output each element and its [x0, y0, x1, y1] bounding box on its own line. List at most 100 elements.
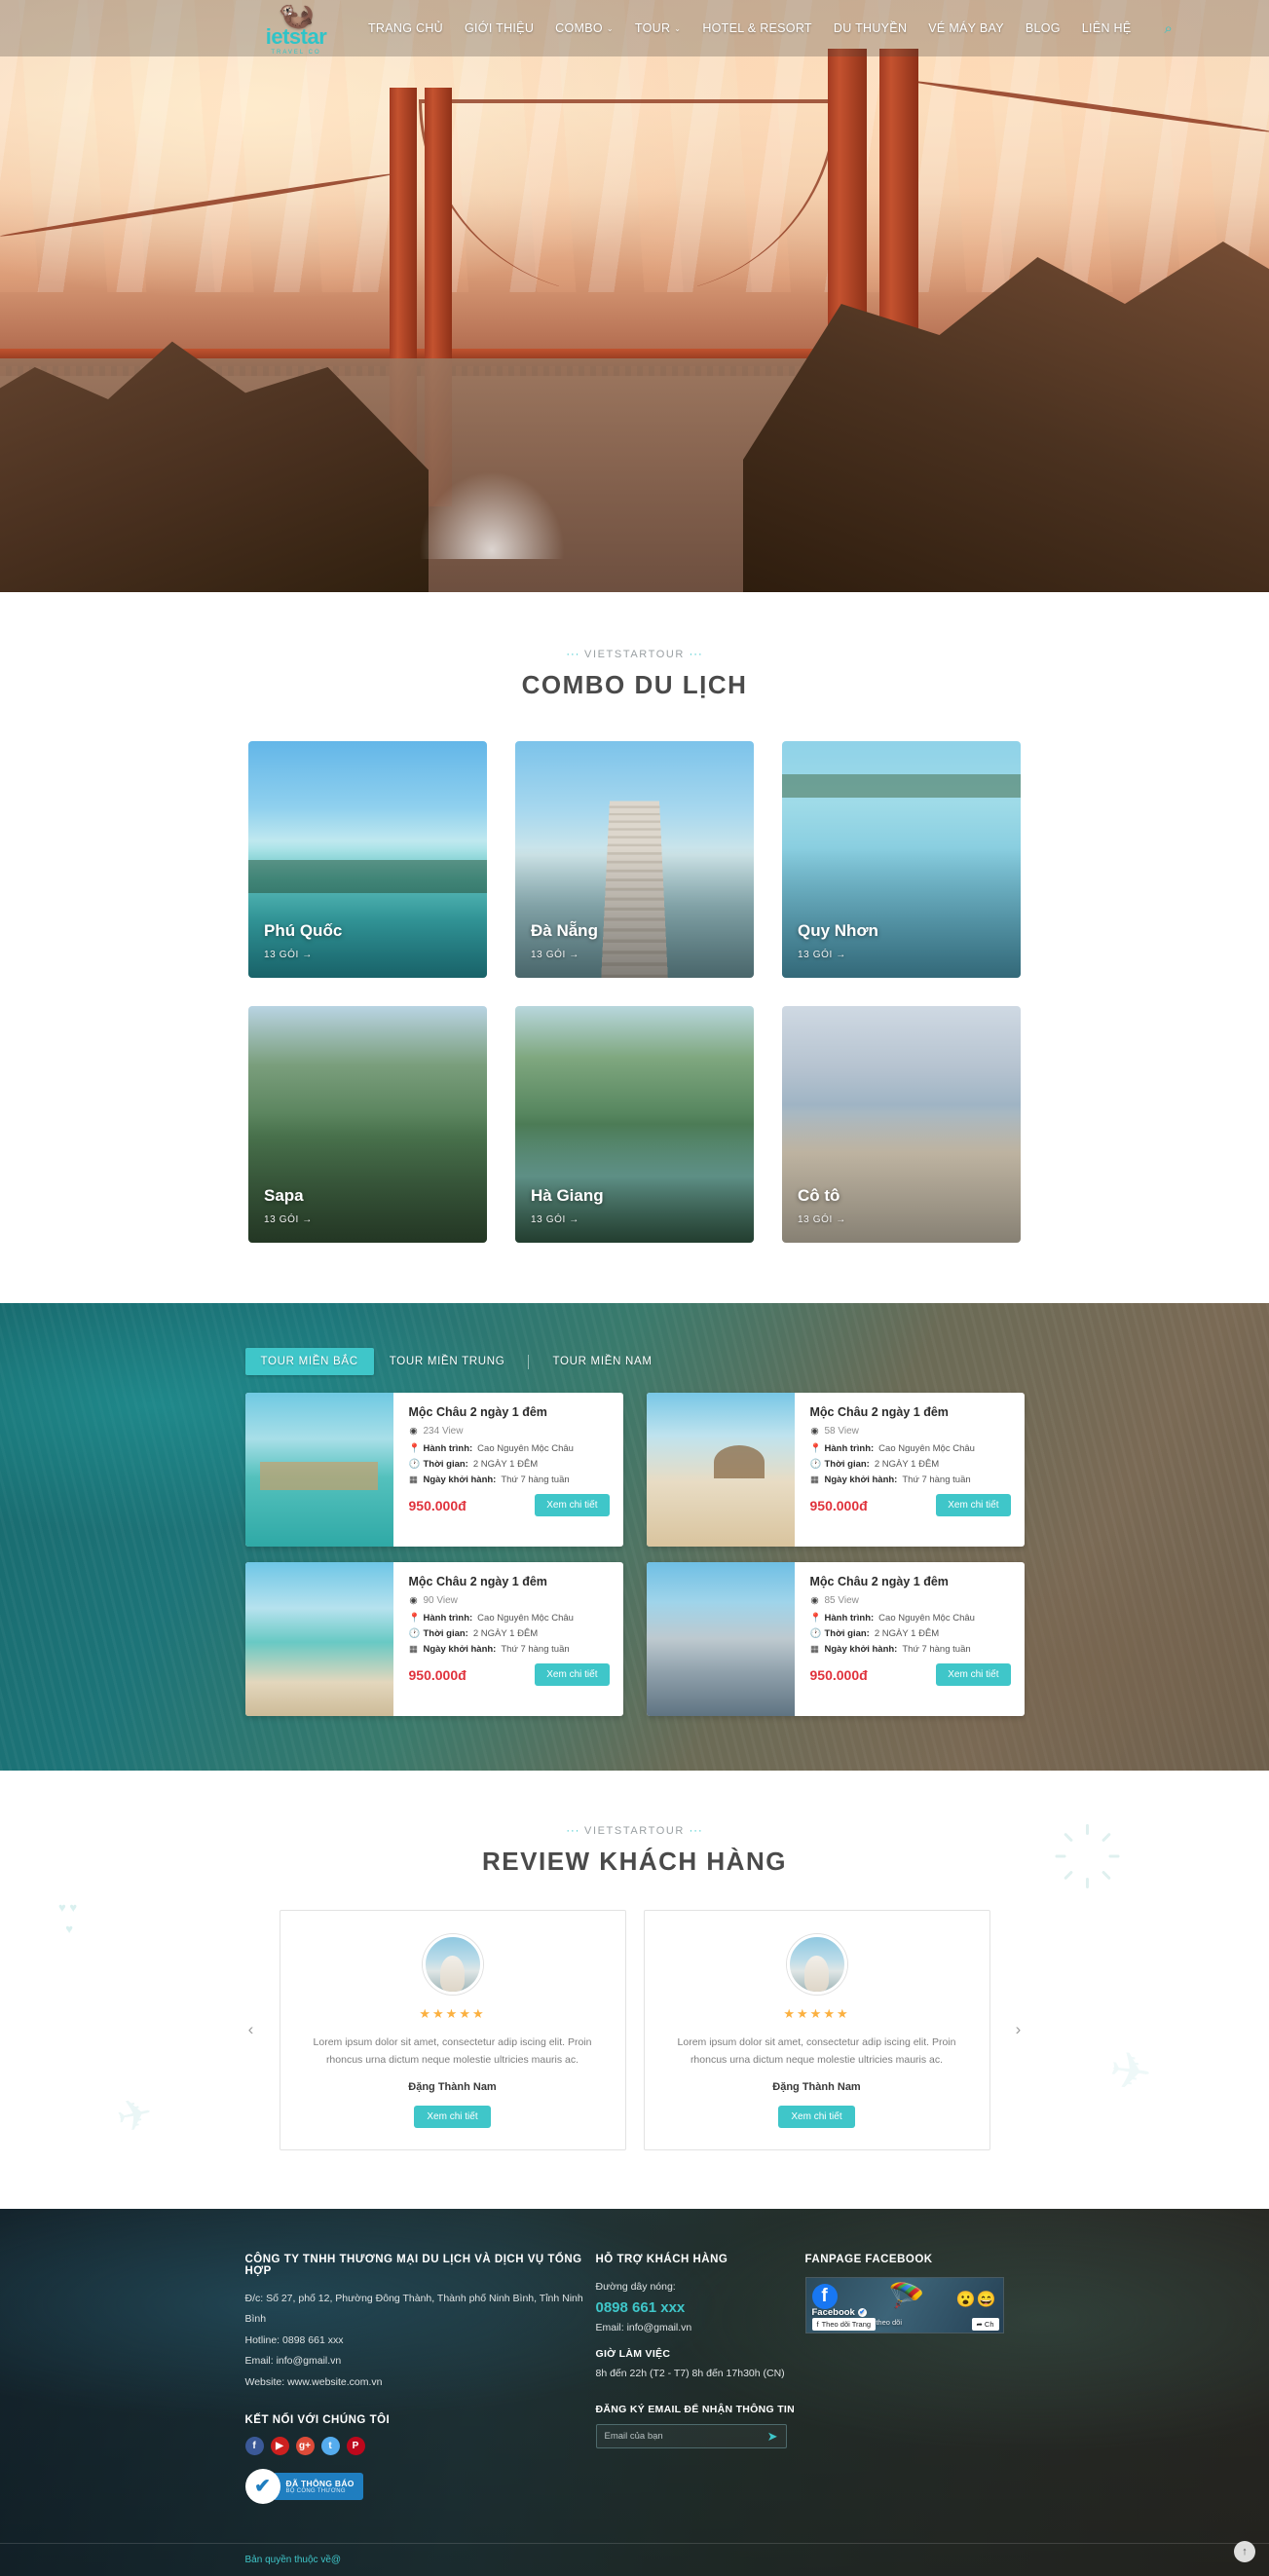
combo-card-count: 13 GÓI → [531, 950, 579, 960]
nav-item-du-thuyen[interactable]: DU THUYỀN [834, 21, 907, 35]
reviews-carousel: ‹ ★★★★★ Lorem ipsum dolor sit amet, cons… [241, 1910, 1029, 2150]
review-detail-button[interactable]: Xem chi tiết [414, 2105, 491, 2128]
tour-views: ◉ 58 View [810, 1426, 1011, 1437]
combo-eyebrow-text: VIETSTARTOUR [584, 649, 685, 660]
tour-detail-button[interactable]: Xem chi tiết [535, 1663, 610, 1686]
review-text: Lorem ipsum dolor sit amet, consectetur … [677, 2036, 956, 2067]
tour-route-value: Cao Nguyên Mộc Châu [878, 1613, 975, 1624]
combo-card-ha-giang[interactable]: Hà Giang 13 GÓI → [515, 1006, 754, 1243]
nav-item-combo[interactable]: COMBO ⌄ [555, 21, 614, 35]
nav-label: VÉ MÁY BAY [928, 21, 1004, 35]
nav-item-ve-may-bay[interactable]: VÉ MÁY BAY [928, 21, 1004, 35]
search-icon[interactable]: ⌕ [1165, 20, 1173, 37]
tour-route: 📍 Hành trình: Cao Nguyên Mộc Châu [810, 1613, 1011, 1624]
nav-label: COMBO [555, 21, 603, 35]
tour-route-label: Hành trình: [423, 1443, 473, 1454]
reviews-section-header: ··· VIETSTARTOUR ··· REVIEW KHÁCH HÀNG [0, 1825, 1269, 1877]
combo-card-title: Sapa [264, 1186, 304, 1205]
location-pin-icon: 📍 [809, 1443, 822, 1454]
nav-label: TRANG CHỦ [368, 21, 444, 35]
tour-route-label: Hành trình: [824, 1443, 875, 1454]
nav-item-hotel-resort[interactable]: HOTEL & RESORT [702, 21, 812, 35]
tour-departure-value: Thứ 7 hàng tuần [902, 1475, 971, 1485]
facebook-icon[interactable]: f [244, 2437, 264, 2456]
combo-eyebrow: ··· VIETSTARTOUR ··· [0, 649, 1269, 660]
tab-tour-mien-trung[interactable]: TOUR MIỀN TRUNG [374, 1348, 521, 1375]
tour-card-image [244, 1393, 393, 1547]
follow-page-button[interactable]: f Theo dõi Trang [811, 2317, 877, 2331]
carousel-prev-arrow-icon[interactable]: ‹ [241, 2020, 262, 2039]
tour-detail-button[interactable]: Xem chi tiết [936, 1663, 1011, 1686]
clock-icon: 🕐 [809, 1628, 822, 1639]
calendar-icon: ▦ [409, 1475, 418, 1485]
combo-card-da-nang[interactable]: Đà Nẵng 13 GÓI → [515, 741, 754, 978]
reviews-title: REVIEW KHÁCH HÀNG [482, 1847, 787, 1876]
tour-card-grid: Mộc Châu 2 ngày 1 đêm ◉ 234 View 📍 Hành tr… [244, 1393, 1025, 1716]
site-logo[interactable]: 🦦 ietstar TRAVEL CO [251, 1, 341, 56]
tab-tour-mien-nam[interactable]: TOUR MIỀN NAM [537, 1348, 667, 1375]
location-pin-icon: 📍 [809, 1613, 822, 1624]
combo-card-title: Hà Giang [531, 1186, 604, 1205]
footer-bottom-bar: Bản quyền thuộc về@ ↑ [0, 2541, 1269, 2576]
tab-divider [528, 1354, 530, 1369]
share-page-button[interactable]: ➦ Ch [971, 2317, 999, 2331]
bo-cong-thuong-badge[interactable]: ✔ ĐÃ THÔNG BÁO BỘ CÔNG THƯƠNG [244, 2469, 374, 2505]
combo-card-count: 13 GÓI → [531, 1214, 579, 1225]
tour-card[interactable]: Mộc Châu 2 ngày 1 đêm ◉ 234 View 📍 Hành tr… [244, 1393, 623, 1547]
nav-item-tour[interactable]: TOUR ⌄ [635, 21, 681, 35]
twitter-icon[interactable]: t [320, 2437, 340, 2456]
nav-label: DU THUYỀN [833, 21, 908, 35]
company-heading: CÔNG TY TNHH THƯƠNG MẠI DU LỊCH VÀ DỊCH … [244, 2253, 582, 2277]
verified-badge-icon: ✔ [857, 2307, 867, 2317]
tour-card[interactable]: Mộc Châu 2 ngày 1 đêm ◉ 58 View 📍 Hành trì… [646, 1393, 1025, 1547]
tour-detail-button[interactable]: Xem chi tiết [535, 1494, 610, 1516]
facebook-page-widget[interactable]: 😮😄 f Facebook✔ 188.222.349 người theo dõ… [804, 2276, 1004, 2333]
google-plus-icon[interactable]: g+ [295, 2437, 315, 2456]
tour-route-label: Hành trình: [824, 1613, 875, 1624]
eye-icon: ◉ [810, 1595, 819, 1606]
tour-route-label: Hành trình: [423, 1613, 473, 1624]
eyebrow-dots-right: ··· [689, 1825, 703, 1837]
fanpage-heading: FANPAGE FACEBOOK [804, 2253, 933, 2265]
hearts-decoration-icon: ♥ ♥ ♥ [58, 1900, 78, 1937]
pinterest-icon[interactable]: P [346, 2437, 365, 2456]
tour-views: ◉ 90 View [409, 1595, 610, 1606]
review-detail-button[interactable]: Xem chi tiết [778, 2105, 855, 2128]
send-icon[interactable]: ➤ [767, 2429, 778, 2445]
nav-item-lien-he[interactable]: LIÊN HỆ [1082, 21, 1132, 35]
company-hotline: Hotline: 0898 661 xxx [244, 2333, 344, 2346]
tour-route-value: Cao Nguyên Mộc Châu [477, 1613, 574, 1624]
combo-card-title: Phú Quốc [264, 921, 343, 940]
tour-detail-button[interactable]: Xem chi tiết [936, 1494, 1011, 1516]
tour-duration-value: 2 NGÀY 1 ĐÊM [472, 1459, 539, 1470]
combo-card-phu-quoc[interactable]: Phú Quốc 13 GÓI → [248, 741, 487, 978]
working-hours-value: 8h đến 22h (T2 - T7) 8h đến 17h30h (CN) [595, 2367, 785, 2379]
newsletter-form: ➤ [595, 2424, 787, 2449]
tours-section: TOUR MIỀN BẮC TOUR MIỀN TRUNG TOUR MIỀN … [0, 1303, 1269, 1771]
tour-title: Mộc Châu 2 ngày 1 đêm [408, 1405, 547, 1419]
tour-departure-label: Ngày khởi hành: [423, 1475, 497, 1485]
email-input[interactable] [604, 2431, 767, 2443]
tour-card[interactable]: Mộc Châu 2 ngày 1 đêm ◉ 85 View 📍 Hành trì… [646, 1562, 1025, 1716]
combo-card-quy-nhon[interactable]: Quy Nhơn 13 GÓI → [782, 741, 1021, 978]
carousel-next-arrow-icon[interactable]: › [1008, 2020, 1029, 2039]
scroll-to-top-button[interactable]: ↑ [1234, 2541, 1255, 2563]
tour-card-image [646, 1562, 795, 1716]
subscribe-heading: ĐĂNG KÝ EMAIL ĐỂ NHẬN THÔNG TIN [595, 2404, 796, 2416]
nav-item-gioi-thieu[interactable]: GIỚI THIỆU [465, 21, 534, 35]
combo-card-count: 13 GÓI → [798, 950, 846, 960]
tour-views: ◉ 234 View [409, 1426, 610, 1437]
support-heading: HỖ TRỢ KHÁCH HÀNG [595, 2253, 728, 2265]
youtube-icon[interactable]: ▶ [270, 2437, 289, 2456]
tour-card[interactable]: Mộc Châu 2 ngày 1 đêm ◉ 90 View 📍 Hành trì… [244, 1562, 623, 1716]
logo-subtitle: TRAVEL CO [271, 50, 321, 56]
combo-card-co-to[interactable]: Cô tô 13 GÓI → [782, 1006, 1021, 1243]
combo-card-sapa[interactable]: Sapa 13 GÓI → [248, 1006, 487, 1243]
tour-title: Mộc Châu 2 ngày 1 đêm [809, 1405, 949, 1419]
eyebrow-dots-left: ··· [566, 1825, 580, 1837]
combo-card-title: Đà Nẵng [531, 921, 598, 940]
nav-item-blog[interactable]: BLOG [1026, 21, 1061, 35]
nav-item-trang-chu[interactable]: TRANG CHỦ [368, 21, 443, 35]
tour-departure-label: Ngày khởi hành: [423, 1644, 497, 1655]
tab-tour-mien-bac[interactable]: TOUR MIỀN BẮC [244, 1348, 374, 1375]
